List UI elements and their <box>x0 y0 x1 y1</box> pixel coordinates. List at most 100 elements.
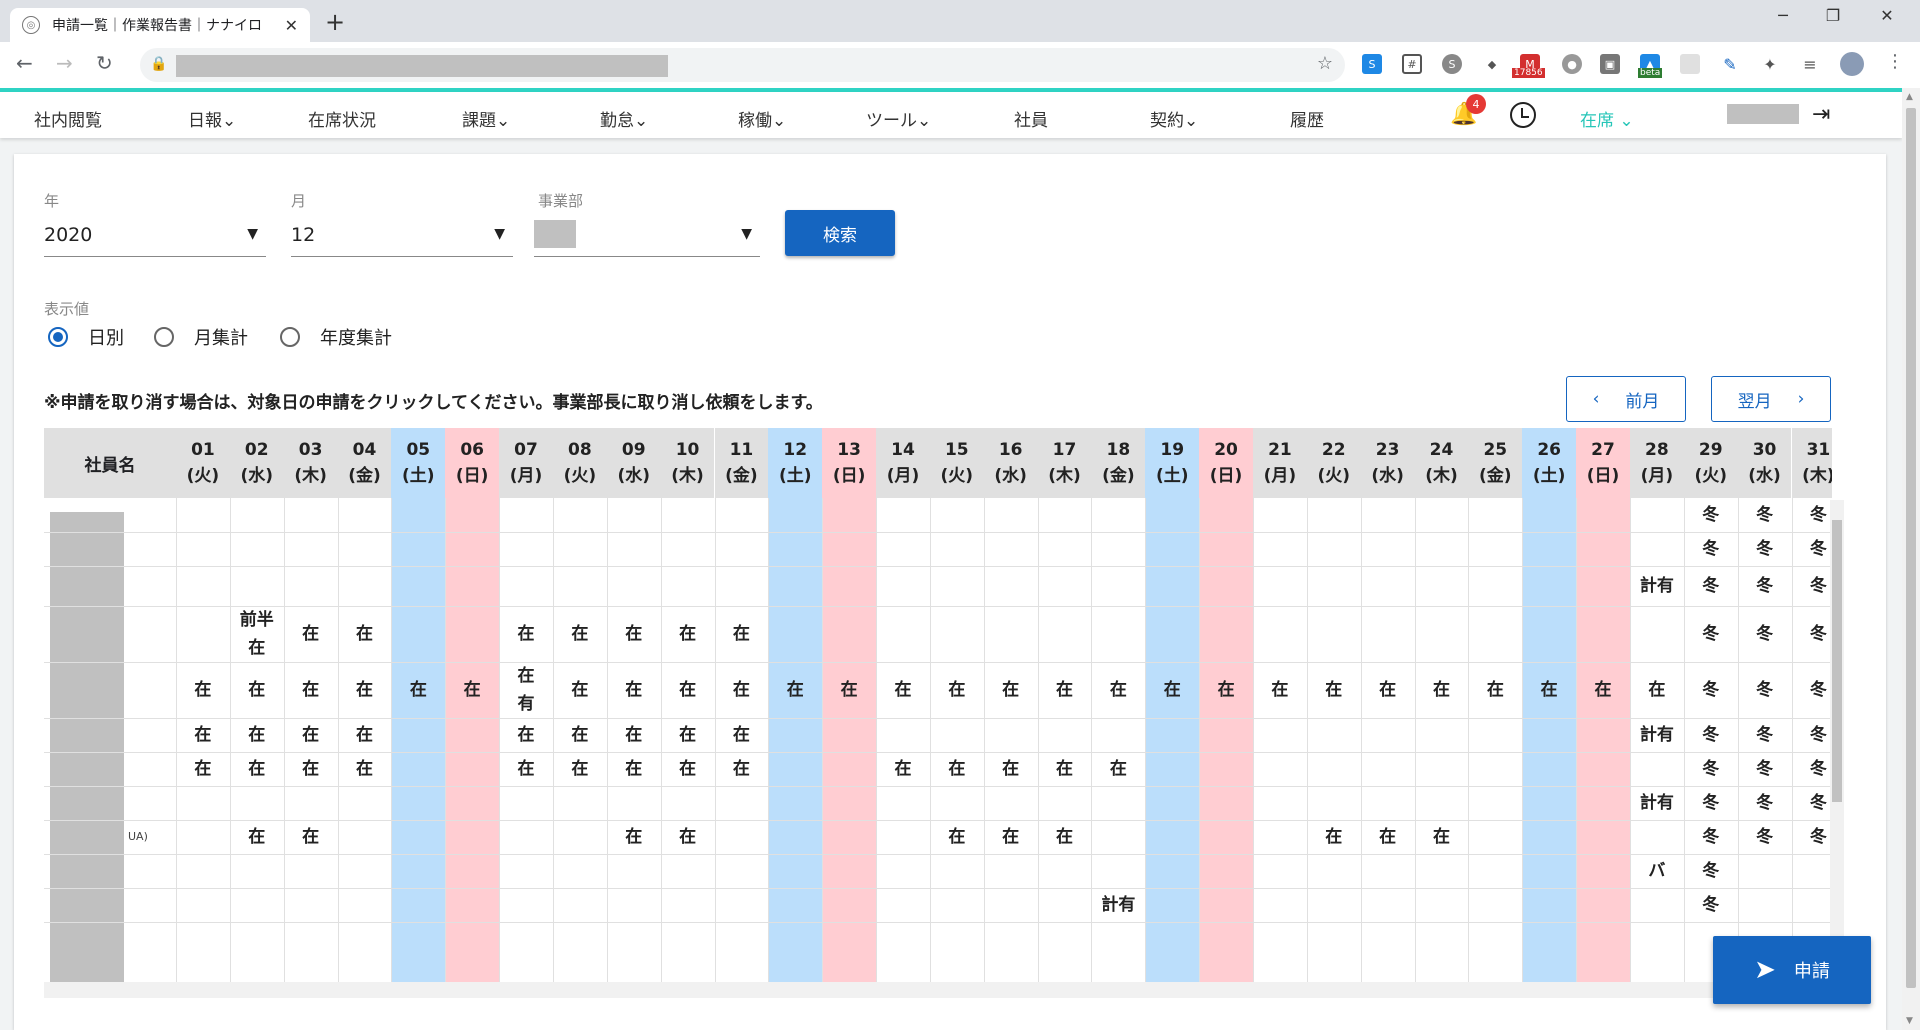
attendance-cell[interactable]: 在 <box>661 606 715 662</box>
attendance-cell[interactable]: 冬 <box>1684 888 1738 922</box>
radio-yearly[interactable]: 年度集計 <box>280 324 392 350</box>
attendance-cell[interactable]: 在 <box>284 662 338 718</box>
nav-item-employees[interactable]: 社員 <box>1014 106 1048 131</box>
attendance-cell[interactable]: 冬 <box>1792 662 1833 718</box>
attendance-cell[interactable]: 計有 <box>1630 566 1684 606</box>
attendance-cell[interactable]: 冬 <box>1792 786 1833 820</box>
attendance-cell[interactable]: 在 <box>553 752 607 786</box>
attendance-cell[interactable]: 冬 <box>1684 820 1738 854</box>
attendance-cell[interactable]: 在 <box>338 752 392 786</box>
radio-monthly[interactable]: 月集計 <box>154 324 248 350</box>
page-scroll-thumb[interactable] <box>1906 108 1916 988</box>
attendance-cell[interactable]: 在 <box>607 820 661 854</box>
attendance-cell[interactable]: 在 <box>930 820 984 854</box>
attendance-cell[interactable]: 在 <box>1415 662 1469 718</box>
attendance-cell[interactable]: 冬 <box>1792 606 1833 662</box>
attendance-cell[interactable]: 在 <box>1307 662 1361 718</box>
apply-button[interactable]: ➤ 申請 <box>1713 936 1871 1004</box>
attendance-cell[interactable]: 在 有 <box>499 662 553 718</box>
attendance-cell[interactable]: 在 <box>768 662 822 718</box>
attendance-cell[interactable]: 冬 <box>1738 662 1792 718</box>
extension-s-icon[interactable]: S <box>1362 54 1382 74</box>
nav-item-daily-report[interactable]: 日報⌄ <box>188 106 236 131</box>
attendance-cell[interactable]: 在 <box>607 606 661 662</box>
attendance-cell[interactable]: 在 <box>1091 752 1145 786</box>
attendance-cell[interactable]: 在 <box>715 606 769 662</box>
next-month-button[interactable]: 翌月 › <box>1711 376 1831 422</box>
attendance-cell[interactable]: 在 <box>230 662 284 718</box>
attendance-cell[interactable]: 在 <box>176 752 230 786</box>
presence-status-dropdown[interactable]: 在席 ⌄ <box>1580 106 1634 131</box>
attendance-cell[interactable]: 在 <box>1468 662 1522 718</box>
attendance-cell[interactable]: 在 <box>230 718 284 752</box>
attendance-cell[interactable]: 冬 <box>1684 532 1738 566</box>
extension-chat-icon[interactable]: ● <box>1562 54 1582 74</box>
attendance-cell[interactable]: 在 <box>1038 662 1092 718</box>
attendance-cell[interactable]: 在 <box>1199 662 1253 718</box>
attendance-cell[interactable]: 冬 <box>1738 786 1792 820</box>
attendance-cell[interactable]: 在 <box>284 820 338 854</box>
back-icon[interactable]: ← <box>16 51 33 75</box>
attendance-cell[interactable]: 在 <box>984 662 1038 718</box>
extension-window-icon[interactable]: ▣ <box>1600 54 1620 74</box>
attendance-cell[interactable]: 在 <box>284 606 338 662</box>
attendance-cell[interactable]: 冬 <box>1738 498 1792 532</box>
attendance-cell[interactable]: 在 <box>391 662 445 718</box>
nav-item-tools[interactable]: ツール⌄ <box>866 106 931 131</box>
attendance-cell[interactable]: 前半 在 <box>230 606 284 662</box>
attendance-cell[interactable]: 在 <box>230 752 284 786</box>
table-horizontal-scrollbar[interactable] <box>44 982 1830 998</box>
attendance-cell[interactable]: 在 <box>930 752 984 786</box>
attendance-cell[interactable]: 在 <box>1145 662 1199 718</box>
attendance-cell[interactable]: 計有 <box>1630 786 1684 820</box>
attendance-cell[interactable]: 冬 <box>1684 566 1738 606</box>
attendance-cell[interactable]: 冬 <box>1792 566 1833 606</box>
attendance-cell[interactable]: 冬 <box>1792 532 1833 566</box>
reload-icon[interactable]: ↻ <box>96 51 113 75</box>
attendance-cell[interactable]: バ <box>1630 854 1684 888</box>
month-select[interactable]: 月 12 ▼ <box>291 190 513 258</box>
scroll-up-icon[interactable]: ▲ <box>1906 92 1913 102</box>
attendance-cell[interactable]: 在 <box>499 606 553 662</box>
attendance-cell[interactable]: 冬 <box>1684 606 1738 662</box>
extension-dropbox-icon[interactable]: ◆ <box>1482 54 1502 74</box>
table-scroll-thumb[interactable] <box>1832 520 1842 802</box>
department-select[interactable]: 事業部 ▼ <box>534 190 760 258</box>
browser-tab[interactable]: ◎ 申請一覧｜作業報告書｜ナナイロ ✕ <box>10 8 310 42</box>
attendance-cell[interactable]: 冬 <box>1792 752 1833 786</box>
attendance-cell[interactable]: 在 <box>1038 820 1092 854</box>
attendance-cell[interactable]: 在 <box>499 718 553 752</box>
attendance-cell[interactable]: 在 <box>499 752 553 786</box>
attendance-cell[interactable]: 冬 <box>1684 752 1738 786</box>
attendance-cell[interactable]: 在 <box>1038 752 1092 786</box>
nav-item-operation[interactable]: 稼働⌄ <box>738 106 786 131</box>
attendance-cell[interactable]: 在 <box>1576 662 1630 718</box>
attendance-cell[interactable]: 在 <box>661 820 715 854</box>
nav-item-history[interactable]: 履歴 <box>1290 106 1324 131</box>
nav-item-contracts[interactable]: 契約⌄ <box>1150 106 1198 131</box>
attendance-cell[interactable]: 在 <box>1361 662 1415 718</box>
nav-item-attendance-status[interactable]: 在席状況 <box>308 106 376 131</box>
extension-grid-icon[interactable]: # <box>1402 54 1422 74</box>
attendance-cell[interactable]: 在 <box>715 752 769 786</box>
extensions-puzzle-icon[interactable]: ✦ <box>1760 54 1780 74</box>
attendance-cell[interactable]: 冬 <box>1684 854 1738 888</box>
attendance-cell[interactable]: 冬 <box>1738 752 1792 786</box>
attendance-cell[interactable]: 在 <box>876 752 930 786</box>
attendance-cell[interactable]: 冬 <box>1738 532 1792 566</box>
attendance-cell[interactable]: 計有 <box>1091 888 1145 922</box>
attendance-cell[interactable]: 在 <box>338 662 392 718</box>
attendance-cell[interactable]: 冬 <box>1792 498 1833 532</box>
radio-daily[interactable]: 日別 <box>48 324 124 350</box>
attendance-cell[interactable]: 在 <box>553 662 607 718</box>
attendance-cell[interactable]: 在 <box>715 718 769 752</box>
attendance-cell[interactable]: 在 <box>176 718 230 752</box>
media-queue-icon[interactable]: ≡ <box>1800 54 1820 74</box>
attendance-cell[interactable]: 在 <box>1630 662 1684 718</box>
scroll-down-icon[interactable]: ▼ <box>1906 1016 1913 1026</box>
attendance-cell[interactable]: 在 <box>284 752 338 786</box>
year-select[interactable]: 年 2020 ▼ <box>44 190 266 258</box>
attendance-cell[interactable]: 冬 <box>1738 566 1792 606</box>
attendance-cell[interactable]: 在 <box>876 662 930 718</box>
attendance-cell[interactable]: 在 <box>930 662 984 718</box>
